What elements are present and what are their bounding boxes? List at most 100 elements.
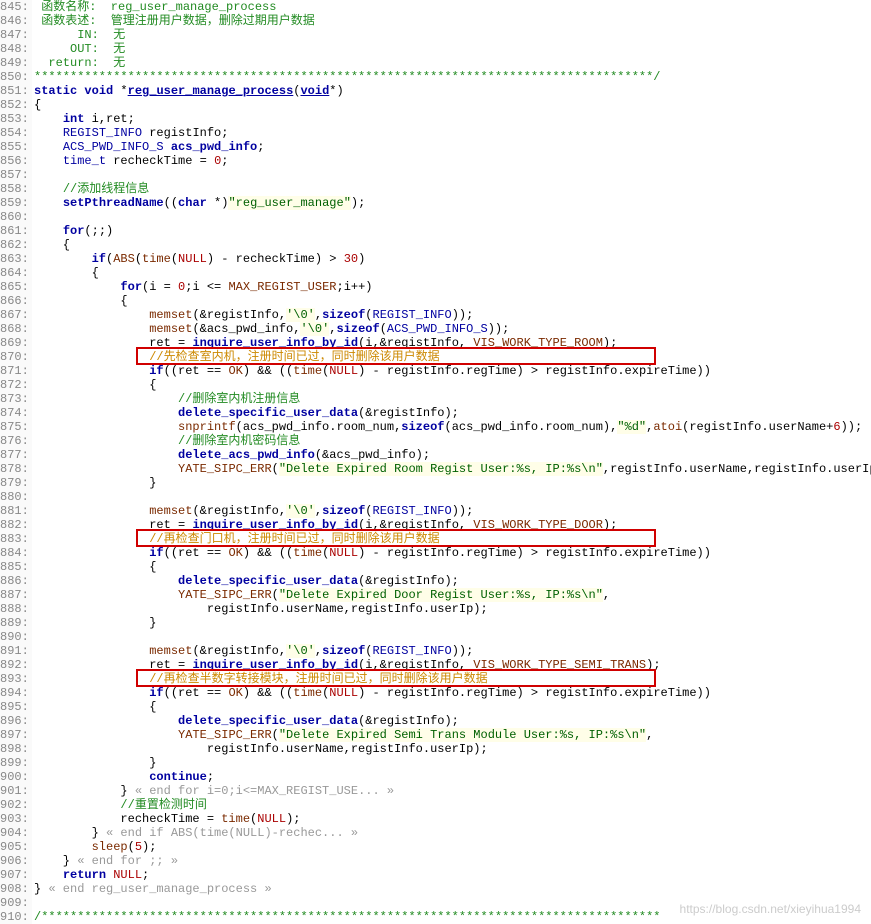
line-number: 846: (0, 14, 26, 28)
line-number: 908: (0, 882, 26, 896)
line-number: 901: (0, 784, 26, 798)
code-line: 函数表述: 管理注册用户数据，删除过期用户数据 (34, 14, 871, 28)
line-number: 873: (0, 392, 26, 406)
code-line: //再检查门口机，注册时间已过，同时删除该用户数据 (34, 532, 871, 546)
code-line: if((ret == OK) && ((time(NULL) - registI… (34, 686, 871, 700)
line-number: 855: (0, 140, 26, 154)
code-line: delete_specific_user_data(&registInfo); (34, 406, 871, 420)
code-line (34, 210, 871, 224)
line-number: 887: (0, 588, 26, 602)
code-line: } (34, 756, 871, 770)
code-line: } « end for i=0;i<=MAX_REGIST_USE... » (34, 784, 871, 798)
code-line: //重置检测时间 (34, 798, 871, 812)
code-line: } (34, 616, 871, 630)
line-number: 889: (0, 616, 26, 630)
line-number: 848: (0, 42, 26, 56)
code-line: //删除室内机注册信息 (34, 392, 871, 406)
line-number: 900: (0, 770, 26, 784)
line-number: 849: (0, 56, 26, 70)
code-line: if((ret == OK) && ((time(NULL) - registI… (34, 364, 871, 378)
line-number: 885: (0, 560, 26, 574)
code-line: YATE_SIPC_ERR("Delete Expired Door Regis… (34, 588, 871, 602)
code-line: OUT: 无 (34, 42, 871, 56)
code-line: } « end if ABS(time(NULL)-rechec... » (34, 826, 871, 840)
code-line: registInfo.userName,registInfo.userIp); (34, 742, 871, 756)
line-number: 874: (0, 406, 26, 420)
line-number: 868: (0, 322, 26, 336)
line-number: 850: (0, 70, 26, 84)
code-line: ****************************************… (34, 70, 871, 84)
code-line: //再检查半数字转接模块，注册时间已过，同时删除该用户数据 (34, 672, 871, 686)
line-number: 903: (0, 812, 26, 826)
line-number: 884: (0, 546, 26, 560)
line-number: 910: (0, 910, 26, 924)
code-line: YATE_SIPC_ERR("Delete Expired Room Regis… (34, 462, 871, 476)
watermark: https://blog.csdn.net/xieyihua1994 (680, 902, 861, 916)
line-number: 881: (0, 504, 26, 518)
code-line: memset(&registInfo,'\0',sizeof(REGIST_IN… (34, 644, 871, 658)
line-number: 853: (0, 112, 26, 126)
line-number: 906: (0, 854, 26, 868)
line-number: 902: (0, 798, 26, 812)
code-line: { (34, 378, 871, 392)
code-line: YATE_SIPC_ERR("Delete Expired Semi Trans… (34, 728, 871, 742)
line-number: 854: (0, 126, 26, 140)
code-line (34, 168, 871, 182)
code-line: return NULL; (34, 868, 871, 882)
line-number: 857: (0, 168, 26, 182)
line-number: 878: (0, 462, 26, 476)
line-number: 892: (0, 658, 26, 672)
code-line: delete_specific_user_data(&registInfo); (34, 714, 871, 728)
code-line: ret = inquire_user_info_by_id(i,&registI… (34, 518, 871, 532)
line-number: 861: (0, 224, 26, 238)
line-number: 893: (0, 672, 26, 686)
line-number: 888: (0, 602, 26, 616)
code-line: return: 无 (34, 56, 871, 70)
line-number: 862: (0, 238, 26, 252)
code-line: memset(&acs_pwd_info,'\0',sizeof(ACS_PWD… (34, 322, 871, 336)
line-number: 896: (0, 714, 26, 728)
line-number: 864: (0, 266, 26, 280)
line-number: 871: (0, 364, 26, 378)
code-line: int i,ret; (34, 112, 871, 126)
line-number: 863: (0, 252, 26, 266)
code-line: { (34, 700, 871, 714)
code-line: } « end for ;; » (34, 854, 871, 868)
line-number: 872: (0, 378, 26, 392)
line-number: 890: (0, 630, 26, 644)
code-line: { (34, 294, 871, 308)
line-number: 909: (0, 896, 26, 910)
code-line: { (34, 238, 871, 252)
line-number: 856: (0, 154, 26, 168)
line-number: 895: (0, 700, 26, 714)
code-line: { (34, 560, 871, 574)
code-line: recheckTime = time(NULL); (34, 812, 871, 826)
code-line (34, 490, 871, 504)
line-number: 866: (0, 294, 26, 308)
code-line: { (34, 98, 871, 112)
code-content: 函数名称: reg_user_manage_process 函数表述: 管理注册… (32, 0, 871, 924)
code-line: memset(&registInfo,'\0',sizeof(REGIST_IN… (34, 308, 871, 322)
code-line: IN: 无 (34, 28, 871, 42)
code-line: memset(&registInfo,'\0',sizeof(REGIST_IN… (34, 504, 871, 518)
code-line: for(i = 0;i <= MAX_REGIST_USER;i++) (34, 280, 871, 294)
code-editor: 845:846:847:848:849:850:851:852:853:854:… (0, 0, 871, 924)
line-number: 882: (0, 518, 26, 532)
code-line: ACS_PWD_INFO_S acs_pwd_info; (34, 140, 871, 154)
code-line: delete_acs_pwd_info(&acs_pwd_info); (34, 448, 871, 462)
code-line (34, 630, 871, 644)
code-line: sleep(5); (34, 840, 871, 854)
line-number: 852: (0, 98, 26, 112)
code-line: 函数名称: reg_user_manage_process (34, 0, 871, 14)
code-line: static void *reg_user_manage_process(voi… (34, 84, 871, 98)
line-number: 907: (0, 868, 26, 882)
line-number: 847: (0, 28, 26, 42)
line-number: 869: (0, 336, 26, 350)
line-number: 865: (0, 280, 26, 294)
code-line: snprintf(acs_pwd_info.room_num,sizeof(ac… (34, 420, 871, 434)
line-number: 883: (0, 532, 26, 546)
code-line: setPthreadName((char *)"reg_user_manage"… (34, 196, 871, 210)
line-number: 894: (0, 686, 26, 700)
code-line: ret = inquire_user_info_by_id(i,&registI… (34, 336, 871, 350)
line-number-gutter: 845:846:847:848:849:850:851:852:853:854:… (0, 0, 32, 924)
